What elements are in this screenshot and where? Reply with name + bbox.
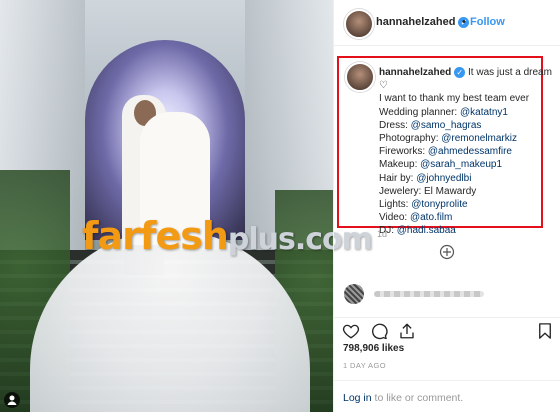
credit-label: Video:	[379, 212, 410, 224]
login-footer: Log in to like or comment.	[334, 380, 560, 413]
post-photo[interactable]	[0, 0, 333, 412]
bookmark-icon[interactable]	[536, 322, 554, 340]
follow-button[interactable]: Follow	[470, 16, 505, 28]
blurred-comment	[374, 291, 484, 297]
mention-link[interactable]: @katatny1	[460, 107, 508, 118]
caption-highlight: hannahelzahed ✓ It was just a dream ♡ I w…	[337, 56, 552, 236]
caption-line: Wedding planner: @katatny1	[379, 106, 539, 119]
author-avatar[interactable]	[344, 9, 374, 39]
mention-link[interactable]: @remonelmarkiz	[441, 133, 517, 144]
mention-link[interactable]: @ahmedessamfire	[428, 146, 512, 157]
caption-line: Photography: @remonelmarkiz	[379, 132, 539, 145]
comment-row	[334, 283, 560, 305]
caption-line: Makeup: @sarah_makeup1	[379, 158, 539, 171]
caption-line: Jewelery: El Mawardy	[379, 185, 539, 198]
post-side-panel: hannahelzahed ✓ • Follow hannahelzahed ✓ I…	[333, 0, 560, 412]
caption-line: Lights: @tonyprolite	[379, 198, 539, 211]
caption-line: Fireworks: @ahmedessamfire	[379, 145, 539, 158]
credit-label: Lights:	[379, 199, 412, 211]
caption-line: I want to thank my best team ever	[379, 93, 530, 105]
instagram-post: farfeshplus.com hannahelzahed ✓ • Follow …	[0, 0, 560, 412]
mention-link[interactable]: @tonyprolite	[411, 199, 467, 210]
post-header: hannahelzahed ✓ • Follow	[334, 0, 560, 46]
share-icon[interactable]	[398, 322, 416, 340]
credit-label: Fireworks:	[379, 146, 428, 158]
caption-text: hannahelzahed ✓ It was just a dream ♡ I w…	[379, 66, 552, 238]
user-tag-icon[interactable]	[4, 392, 20, 408]
caption-time: 1d	[377, 229, 388, 239]
credit-label: Hair by:	[379, 172, 417, 184]
credit-label: Makeup:	[379, 159, 421, 171]
watermark: farfeshplus.com	[82, 214, 373, 258]
credit-label: Jewelery: El Mawardy	[379, 185, 477, 197]
credit-label: Photography:	[379, 133, 442, 145]
login-prompt-text: to like or comment.	[371, 392, 464, 404]
caption-username[interactable]: hannahelzahed	[379, 67, 451, 78]
login-prompt: Log in to like or comment.	[343, 392, 463, 404]
heart-icon[interactable]	[342, 322, 360, 340]
verified-badge-icon: ✓	[454, 66, 466, 78]
reply-icon[interactable]	[439, 244, 455, 260]
mention-link[interactable]: @johnyedlbi	[416, 173, 471, 184]
post-time-ago: 1 DAY AGO	[343, 361, 386, 370]
credit-label: Wedding planner:	[379, 106, 460, 118]
caption-avatar[interactable]	[345, 62, 375, 92]
caption-first-line: It was just a dream	[468, 67, 552, 78]
commenter-avatar[interactable]	[344, 284, 364, 304]
action-bar	[334, 317, 560, 342]
author-username[interactable]: hannahelzahed ✓	[376, 16, 470, 28]
login-link[interactable]: Log in	[343, 392, 372, 404]
caption-line: Dress: @samo_hagras	[379, 119, 539, 132]
credit-label: Dress:	[379, 119, 411, 131]
separator-dot: •	[462, 16, 466, 28]
likes-count[interactable]: 798,906 likes	[343, 343, 404, 354]
watermark-main: farfesh	[82, 214, 229, 258]
author-username-text[interactable]: hannahelzahed	[376, 16, 455, 28]
caption-line: DJ: @hadi.sabaa	[379, 224, 539, 237]
mention-link[interactable]: @ato.film	[410, 212, 452, 223]
caption-line: hannahelzahed ✓ It was just a dream	[379, 66, 552, 79]
mention-link[interactable]: @hadi.sabaa	[397, 225, 456, 236]
caption-line: Hair by: @johnyedlbi	[379, 172, 539, 185]
mention-link[interactable]: @samo_hagras	[411, 120, 482, 131]
mention-link[interactable]: @sarah_makeup1	[420, 159, 502, 170]
caption-line: Video: @ato.film	[379, 211, 539, 224]
comment-icon[interactable]	[370, 322, 388, 340]
caption-line: ♡	[379, 80, 388, 92]
